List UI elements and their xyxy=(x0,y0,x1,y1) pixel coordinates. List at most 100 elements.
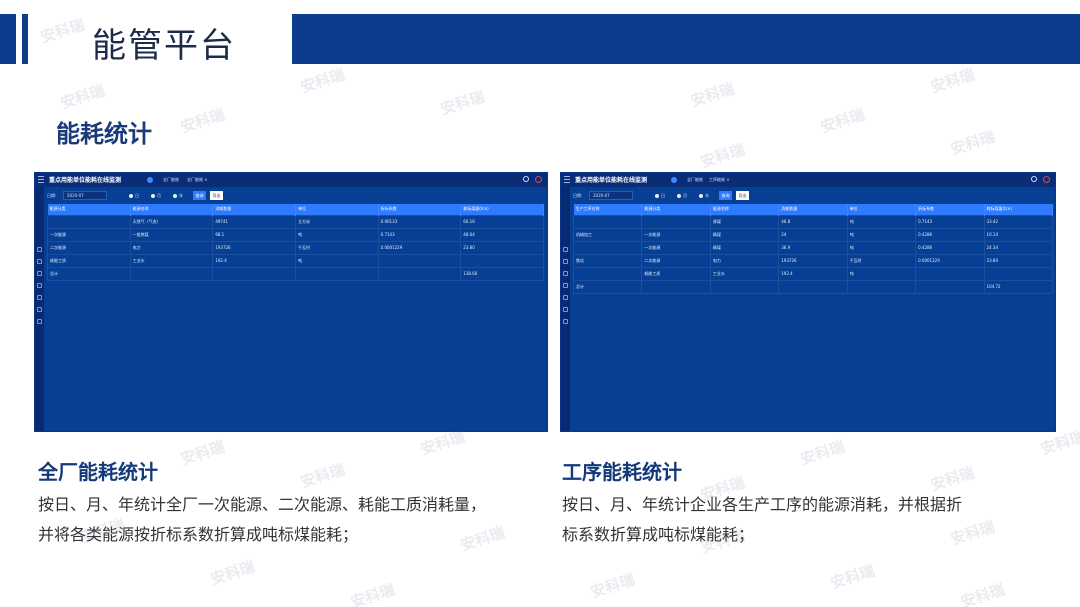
table-cell xyxy=(915,279,985,294)
sidebar-nav-icon[interactable] xyxy=(37,307,42,312)
sidebar-nav-icon[interactable] xyxy=(563,247,568,252)
left-description-line: 按日、月、年统计全厂一次能源、二次能源、耗能工质消耗量， xyxy=(38,495,487,514)
table-cell: 33.42 xyxy=(983,214,1054,229)
table-cell: 耗能工质 xyxy=(47,253,131,268)
radio-month[interactable] xyxy=(151,194,155,198)
table-cell: 68.1 xyxy=(212,227,296,242)
table-cell: 立方米 xyxy=(294,214,379,229)
right-description: 按日、月、年统计企业各生产工序的能源消耗，并根据折 标系数折算成吨标煤能耗； xyxy=(562,490,962,550)
column-header[interactable]: 耗标煤量(tce) xyxy=(984,204,1054,215)
sidebar-nav-icon[interactable] xyxy=(563,271,568,276)
table-cell xyxy=(641,214,711,229)
table-cell: 0.4286 xyxy=(915,240,985,255)
table-cell: 192.4 xyxy=(778,266,848,281)
power-icon[interactable] xyxy=(1043,176,1050,183)
table-cell: 48.64 xyxy=(460,227,544,242)
plant-energy-screenshot: 重点用能单位能耗在线监测 全厂能耗 全厂能耗 × 日期: 2020-07 日 月… xyxy=(34,172,548,432)
page-title: 能管平台 xyxy=(92,26,236,66)
radio-day[interactable] xyxy=(655,194,659,198)
table-row: 一次能源 一般燃煤 68.1 吨 0.7143 48.64 xyxy=(47,227,544,242)
column-header[interactable]: 单位 xyxy=(847,204,917,215)
refresh-icon[interactable] xyxy=(523,176,529,182)
section-title: 能耗统计 xyxy=(56,120,152,148)
radio-year[interactable] xyxy=(173,194,177,198)
table-cell: 千瓦时 xyxy=(294,240,379,255)
sidebar-nav-icon[interactable] xyxy=(563,283,568,288)
column-header[interactable]: 消耗数量 xyxy=(778,204,848,215)
column-header[interactable]: 能源分类 xyxy=(47,204,131,215)
column-header[interactable]: 耗标煤量(tce) xyxy=(460,204,544,215)
column-header[interactable]: 能源名称 xyxy=(710,204,780,215)
table-cell: 电力 xyxy=(129,240,214,255)
menu-icon[interactable] xyxy=(564,176,570,183)
table-cell: 二次能源 xyxy=(641,253,711,268)
home-icon[interactable] xyxy=(671,177,677,183)
home-icon[interactable] xyxy=(147,177,153,183)
table-row: 机械加工 一次能源 精煤 24 吨 0.4286 10.14 xyxy=(572,227,1054,242)
column-header[interactable]: 单位 xyxy=(295,204,379,215)
watermark: 安科瑞 xyxy=(688,79,737,111)
table-cell: 0.4286 xyxy=(915,227,985,242)
tab-plant-energy[interactable]: 全厂能耗 xyxy=(163,177,179,183)
sidebar-nav-icon[interactable] xyxy=(37,247,42,252)
export-button[interactable]: 导出 xyxy=(736,191,749,200)
plant-energy-table: 能源分类 能源名称 消耗数量 单位 折标系数 耗标煤量(tce) 天然气（气态） 49741 立… xyxy=(47,204,544,281)
table-cell xyxy=(709,279,780,294)
table-cell: 193726 xyxy=(778,253,848,268)
sidebar-nav-icon[interactable] xyxy=(563,295,568,300)
table-cell: 工业水 xyxy=(129,253,214,268)
power-icon[interactable] xyxy=(535,176,542,183)
table-cell: 机械加工 xyxy=(572,227,643,242)
query-button[interactable]: 查询 xyxy=(193,191,206,200)
table-row: 天然气（气态） 49741 立方米 0.00133 66.16 xyxy=(47,214,544,229)
column-header[interactable]: 折标系数 xyxy=(378,204,462,215)
radio-year[interactable] xyxy=(699,194,703,198)
tab-process-energy-active[interactable]: 工序能耗 × xyxy=(709,177,730,183)
column-header[interactable]: 生产工序名称 xyxy=(573,204,643,215)
sidebar-nav-icon[interactable] xyxy=(563,259,568,264)
left-heading: 全厂能耗统计 xyxy=(38,460,158,484)
watermark: 安科瑞 xyxy=(698,140,747,172)
column-header[interactable]: 能源名称 xyxy=(130,204,214,215)
filter-bar: 日期: 2020-07 日 月 年 查询 导出 xyxy=(573,191,1055,201)
date-picker[interactable]: 2020-07 xyxy=(589,191,633,200)
table-cell: 一般燃煤 xyxy=(129,227,214,242)
radio-month[interactable] xyxy=(677,194,681,198)
table-cell xyxy=(129,266,214,281)
tab-plant-energy-active[interactable]: 全厂能耗 × xyxy=(187,177,208,183)
date-picker[interactable]: 2020-07 xyxy=(63,191,107,200)
sidebar-nav-icon[interactable] xyxy=(563,307,568,312)
column-header[interactable]: 消耗数量 xyxy=(212,204,296,215)
table-cell: 192.4 xyxy=(212,253,296,268)
radio-day[interactable] xyxy=(129,194,133,198)
table-cell: 吨 xyxy=(294,253,379,268)
tab-plant-energy[interactable]: 全厂能耗 xyxy=(687,177,703,183)
watermark: 安科瑞 xyxy=(928,65,977,97)
table-cell: 49741 xyxy=(212,214,296,229)
sidebar-nav-icon[interactable] xyxy=(37,283,42,288)
refresh-icon[interactable] xyxy=(1031,176,1037,182)
sidebar-nav-icon[interactable] xyxy=(37,271,42,276)
table-cell: 焦化 xyxy=(572,253,643,268)
table-row: 耗能工质 工业水 192.4 吨 xyxy=(572,266,1054,281)
sidebar-nav-icon[interactable] xyxy=(37,259,42,264)
table-cell: 精煤 xyxy=(709,227,780,242)
table-cell: 138.60 xyxy=(460,266,544,281)
sidebar-nav-icon[interactable] xyxy=(563,319,568,324)
sidebar-nav-icon[interactable] xyxy=(37,295,42,300)
query-button[interactable]: 查询 xyxy=(719,191,732,200)
table-cell: 10.14 xyxy=(983,227,1054,242)
export-button[interactable]: 导出 xyxy=(210,191,223,200)
column-header[interactable]: 折标系数 xyxy=(915,204,985,215)
column-header[interactable]: 能源分类 xyxy=(641,204,711,215)
panel-sidebar xyxy=(561,187,570,431)
menu-icon[interactable] xyxy=(38,176,44,183)
header-band xyxy=(292,14,1080,64)
table-cell xyxy=(641,279,711,294)
sidebar-nav-icon[interactable] xyxy=(37,319,42,324)
table-cell: 23.80 xyxy=(983,253,1054,268)
radio-day-label: 日 xyxy=(135,193,139,198)
header-accent-bar-thin xyxy=(22,14,28,64)
table-cell: 工业水 xyxy=(709,266,780,281)
right-heading: 工序能耗统计 xyxy=(562,460,682,484)
